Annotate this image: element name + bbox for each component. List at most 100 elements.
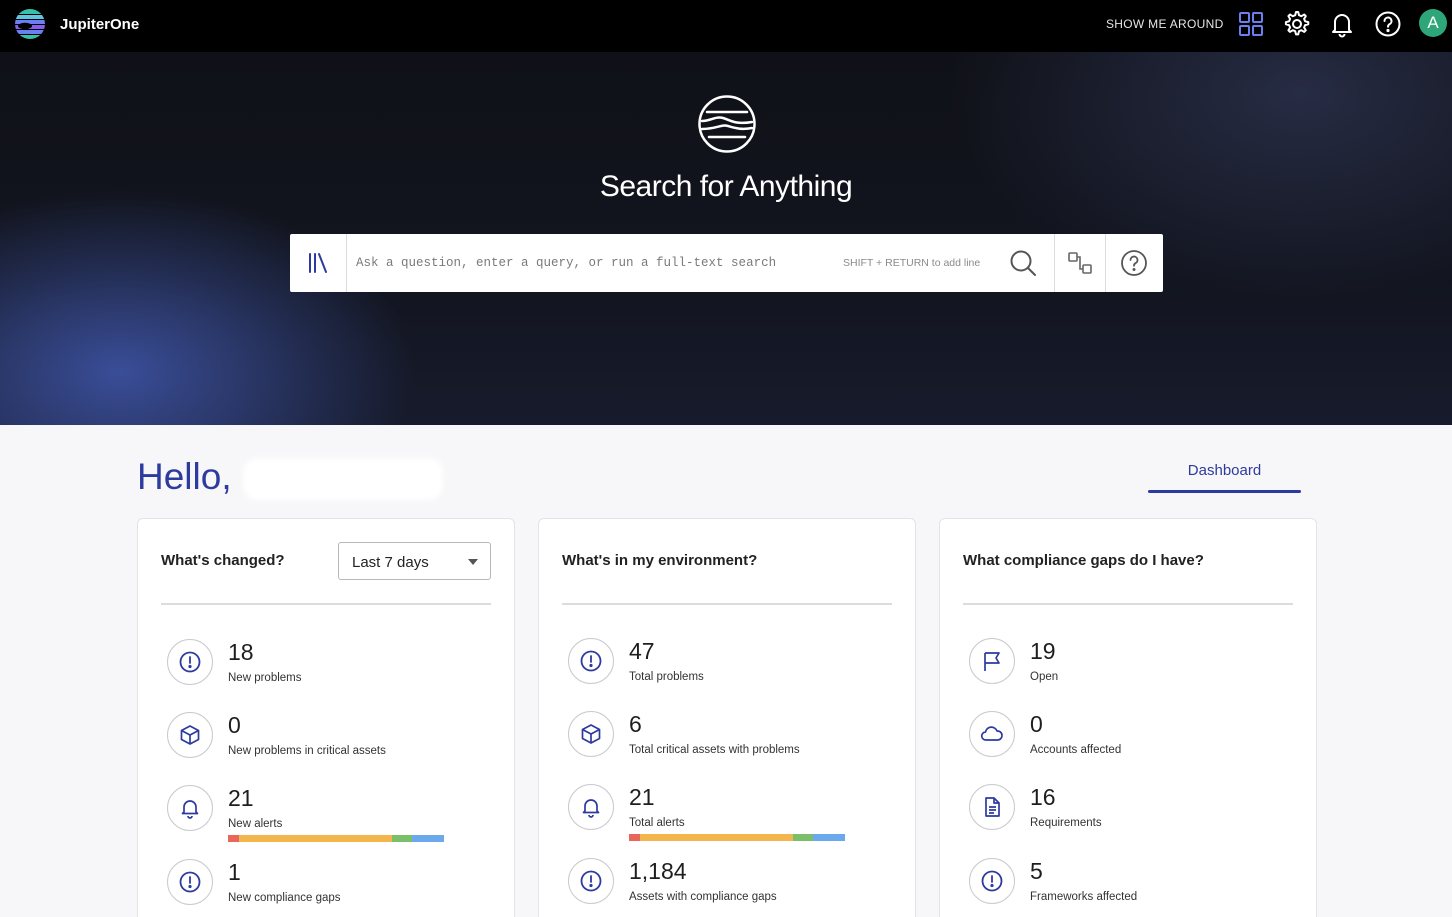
brand[interactable]: JupiterOne xyxy=(14,8,139,40)
search-help-icon[interactable] xyxy=(1119,248,1149,278)
severity-segment xyxy=(238,835,393,842)
alert-circle-icon xyxy=(580,650,602,672)
metric-icon-badge xyxy=(167,712,213,758)
metric-total-alerts[interactable]: 21 Total alerts xyxy=(568,784,898,844)
card-whats-changed: What's changed? Last 7 days 18 New probl… xyxy=(137,518,515,917)
metric-label: New problems xyxy=(228,672,302,684)
metric-frameworks-affected[interactable]: 5 Frameworks affected xyxy=(969,858,1299,917)
metric-icon-badge xyxy=(568,638,614,684)
card-divider xyxy=(161,603,491,605)
greeting: Hello, xyxy=(137,456,232,497)
alert-severity-bar xyxy=(228,835,444,842)
severity-segment xyxy=(392,835,412,842)
search-bar: SHIFT + RETURN to add line xyxy=(290,234,1163,292)
metric-label: Total critical assets with problems xyxy=(629,744,800,756)
search-input[interactable] xyxy=(356,234,826,292)
library-icon xyxy=(309,253,327,273)
metric-icon-badge xyxy=(167,639,213,685)
metric-label: Assets with compliance gaps xyxy=(629,891,777,903)
metric-icon-badge xyxy=(969,638,1015,684)
caret-down-icon xyxy=(468,559,478,565)
search-globe-icon xyxy=(698,95,756,153)
metric-critical-problems[interactable]: 0 New problems in critical assets xyxy=(167,712,497,772)
jupiterone-logo-icon xyxy=(15,9,45,39)
metric-value: 0 xyxy=(228,712,241,738)
metric-value: 21 xyxy=(228,785,254,811)
metric-value: 5 xyxy=(1030,858,1043,884)
tab-dashboard[interactable]: Dashboard xyxy=(1148,462,1301,479)
search-divider xyxy=(1105,234,1106,292)
metric-value: 47 xyxy=(629,638,655,664)
card-title: What's in my environment? xyxy=(562,552,758,569)
cloud-icon xyxy=(980,726,1003,741)
metric-label: New compliance gaps xyxy=(228,892,341,904)
apps-grid-icon[interactable] xyxy=(1236,9,1266,39)
redacted-username xyxy=(243,458,443,500)
metric-value: 0 xyxy=(1030,711,1043,737)
metric-assets-compliance-gaps[interactable]: 1,184 Assets with compliance gaps xyxy=(568,858,898,917)
card-divider xyxy=(562,603,892,605)
card-compliance-gaps: What compliance gaps do I have? 19 Open … xyxy=(939,518,1317,917)
severity-segment xyxy=(411,835,444,842)
metric-icon-badge xyxy=(969,784,1015,830)
search-hero: Search for Anything SHIFT + RETURN to ad… xyxy=(0,52,1452,425)
tab-active-indicator xyxy=(1148,490,1301,493)
metric-icon-badge xyxy=(568,858,614,904)
period-select[interactable]: Last 7 days xyxy=(338,542,491,580)
search-icon[interactable] xyxy=(1008,248,1038,278)
help-icon[interactable] xyxy=(1373,9,1403,39)
metric-icon-badge xyxy=(969,858,1015,904)
app-name: JupiterOne xyxy=(60,15,140,33)
query-library-button[interactable] xyxy=(290,234,347,292)
metric-label: Total problems xyxy=(629,671,704,683)
metric-label: New alerts xyxy=(228,818,283,830)
metric-icon-badge xyxy=(167,785,213,831)
metric-value: 18 xyxy=(228,639,254,665)
metric-label: New problems in critical assets xyxy=(228,745,386,757)
severity-segment xyxy=(639,834,794,841)
alert-circle-icon xyxy=(981,870,1003,892)
metric-open-gaps[interactable]: 19 Open xyxy=(969,638,1299,698)
query-mode-toggle-icon[interactable] xyxy=(1066,249,1094,277)
metric-icon-badge xyxy=(969,711,1015,757)
metric-new-alerts[interactable]: 21 New alerts xyxy=(167,785,497,845)
metric-label: Accounts affected xyxy=(1030,744,1122,756)
metric-value: 1,184 xyxy=(629,858,687,884)
card-environment: What's in my environment? 47 Total probl… xyxy=(538,518,916,917)
metric-value: 6 xyxy=(629,711,642,737)
cube-icon xyxy=(180,725,200,745)
bell-icon xyxy=(181,800,199,819)
metric-label: Requirements xyxy=(1030,817,1102,829)
metric-requirements[interactable]: 16 Requirements xyxy=(969,784,1299,844)
notifications-bell-icon[interactable] xyxy=(1327,9,1357,39)
metric-label: Frameworks affected xyxy=(1030,891,1138,903)
metric-value: 21 xyxy=(629,784,655,810)
severity-segment xyxy=(228,835,239,842)
search-divider xyxy=(1054,234,1055,292)
card-title: What's changed? xyxy=(161,552,285,569)
alert-severity-bar xyxy=(629,834,845,841)
metric-new-problems[interactable]: 18 New problems xyxy=(167,639,497,699)
document-icon xyxy=(985,797,1000,817)
search-hint: SHIFT + RETURN to add line xyxy=(843,257,981,269)
cube-icon xyxy=(581,724,601,744)
metric-new-compliance-gaps[interactable]: 1 New compliance gaps xyxy=(167,859,497,917)
user-avatar[interactable]: A xyxy=(1419,9,1447,37)
metric-accounts-affected[interactable]: 0 Accounts affected xyxy=(969,711,1299,771)
alert-circle-icon xyxy=(580,870,602,892)
metric-icon-badge xyxy=(568,711,614,757)
metric-total-problems[interactable]: 47 Total problems xyxy=(568,638,898,698)
metric-value: 19 xyxy=(1030,638,1056,664)
hero-title: Search for Anything xyxy=(599,170,853,203)
settings-gear-icon[interactable] xyxy=(1281,9,1311,39)
metric-critical-assets[interactable]: 6 Total critical assets with problems xyxy=(568,711,898,771)
flag-icon xyxy=(984,652,1000,671)
card-title: What compliance gaps do I have? xyxy=(963,552,1204,569)
metric-value: 1 xyxy=(228,859,241,885)
metric-label: Open xyxy=(1030,671,1059,683)
alert-circle-icon xyxy=(179,651,201,673)
top-bar: JupiterOne SHOW ME AROUND A xyxy=(0,0,1452,52)
show-me-around-link[interactable]: SHOW ME AROUND xyxy=(1106,17,1224,31)
severity-segment xyxy=(812,834,845,841)
card-divider xyxy=(963,603,1293,605)
